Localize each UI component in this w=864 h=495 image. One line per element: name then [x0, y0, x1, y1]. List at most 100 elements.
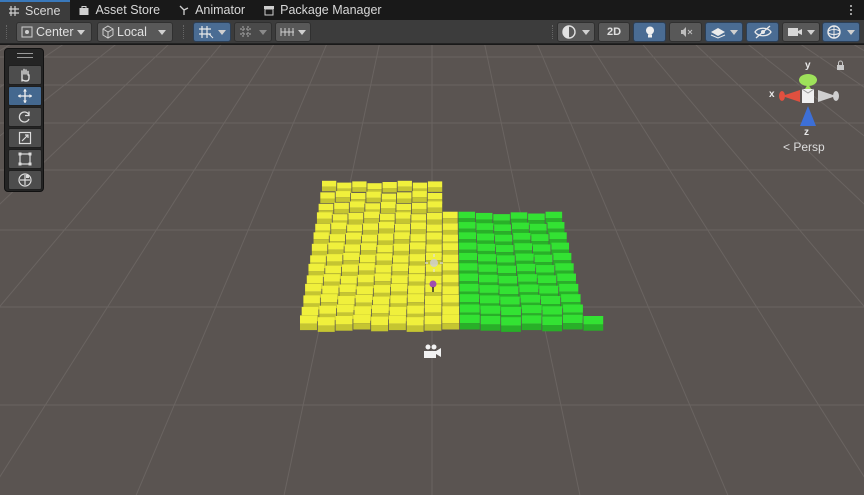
block-side — [542, 325, 563, 332]
block-top — [361, 234, 378, 242]
block-top — [477, 254, 496, 262]
bag-icon — [79, 6, 89, 15]
block-top — [410, 222, 426, 230]
block-top — [518, 274, 537, 282]
pivot-mode-dropdown[interactable]: Center — [16, 22, 92, 42]
block-top — [501, 306, 521, 316]
block-top — [442, 234, 458, 242]
block-top — [410, 234, 426, 242]
camera-icon — [788, 28, 802, 36]
block-side — [427, 219, 442, 225]
block-side — [460, 323, 480, 330]
tab-scene[interactable]: Scene — [0, 0, 71, 20]
block-top — [478, 274, 498, 283]
2d-mode-toggle[interactable]: 2D — [598, 22, 630, 42]
chevron-down-icon — [807, 30, 815, 35]
scene-lighting-toggle[interactable] — [633, 22, 666, 42]
block-top — [563, 304, 583, 313]
block-side — [501, 325, 521, 332]
block-top — [358, 263, 375, 271]
block-top — [320, 192, 335, 199]
block-top — [329, 234, 346, 242]
tab-animator[interactable]: Animator — [170, 0, 255, 20]
block-top — [364, 211, 380, 219]
chevron-down-icon — [259, 30, 267, 35]
block-top — [357, 274, 374, 283]
tab-package-manager[interactable]: Package Manager — [255, 0, 391, 20]
chevron-down-icon — [77, 30, 85, 35]
block-top — [442, 306, 460, 315]
scene-toolbar: Center Local 2D — [0, 20, 864, 44]
block-side — [320, 198, 335, 204]
block-top — [325, 265, 342, 274]
effects-dropdown[interactable] — [705, 22, 743, 42]
scale-tool-button[interactable] — [8, 128, 42, 148]
pivot-rotation-dropdown[interactable]: Local — [97, 22, 173, 42]
block-top — [367, 183, 382, 190]
block-top — [322, 180, 337, 187]
block-side — [352, 187, 367, 192]
gizmos-dropdown[interactable] — [822, 22, 860, 42]
draw-mode-dropdown[interactable] — [557, 22, 595, 42]
increment-snapping-toggle[interactable] — [234, 22, 272, 42]
block-side — [442, 229, 458, 236]
block-top — [498, 275, 518, 284]
block-top — [458, 222, 476, 229]
block-top — [319, 305, 337, 314]
block-top — [391, 275, 408, 284]
camera-settings-dropdown[interactable] — [782, 22, 820, 42]
block-top — [343, 252, 359, 261]
block-top — [426, 232, 442, 240]
projection-toggle[interactable]: < Persp — [783, 140, 825, 154]
block-top — [408, 265, 425, 274]
toolbar-grip[interactable] — [6, 25, 8, 39]
animator-icon — [179, 5, 189, 15]
scene-viewport[interactable] — [0, 45, 864, 495]
block-top — [553, 252, 572, 261]
block-top — [406, 317, 424, 326]
block-side — [410, 229, 426, 235]
rect-tool-button[interactable] — [8, 149, 42, 169]
toolbar-grip[interactable] — [552, 25, 554, 39]
block-top — [427, 212, 442, 220]
block-top — [408, 274, 425, 282]
block-top — [315, 223, 331, 231]
x-axis-label: x — [769, 89, 775, 100]
block-top — [478, 264, 497, 272]
more-options-icon[interactable] — [846, 2, 856, 18]
block-side — [442, 323, 460, 330]
block-side — [442, 218, 458, 224]
block-top — [388, 315, 406, 324]
grid-snapping-toggle[interactable] — [193, 22, 231, 42]
block-side — [353, 323, 371, 330]
block-top — [326, 254, 343, 262]
rotate-tool-button[interactable] — [8, 107, 42, 127]
block-top — [355, 294, 373, 303]
block-top — [380, 202, 396, 209]
block-side — [331, 229, 347, 235]
block-top — [442, 314, 460, 324]
block-top — [493, 214, 510, 221]
chevron-down-icon — [730, 30, 738, 35]
snap-settings-button[interactable] — [275, 22, 311, 42]
block-top — [390, 283, 408, 292]
panel-grip[interactable] — [17, 53, 33, 58]
block-top — [359, 254, 376, 263]
block-top — [559, 283, 579, 292]
tab-asset-store[interactable]: Asset Store — [70, 0, 170, 20]
scene-visibility-toggle[interactable] — [746, 22, 779, 42]
block-top — [348, 212, 364, 220]
scene-canvas[interactable] — [0, 45, 864, 495]
move-tool-button[interactable] — [8, 86, 42, 106]
block-top — [310, 255, 326, 263]
block-top — [459, 294, 480, 303]
block-side — [335, 324, 353, 331]
transform-tool-button[interactable] — [8, 170, 42, 190]
block-top — [376, 253, 393, 261]
block-top — [427, 201, 443, 208]
toolbar-grip[interactable] — [183, 25, 185, 39]
audio-toggle[interactable] — [669, 22, 702, 42]
hand-tool-button[interactable] — [8, 65, 42, 85]
block-top — [340, 275, 357, 284]
block-top — [424, 295, 442, 305]
